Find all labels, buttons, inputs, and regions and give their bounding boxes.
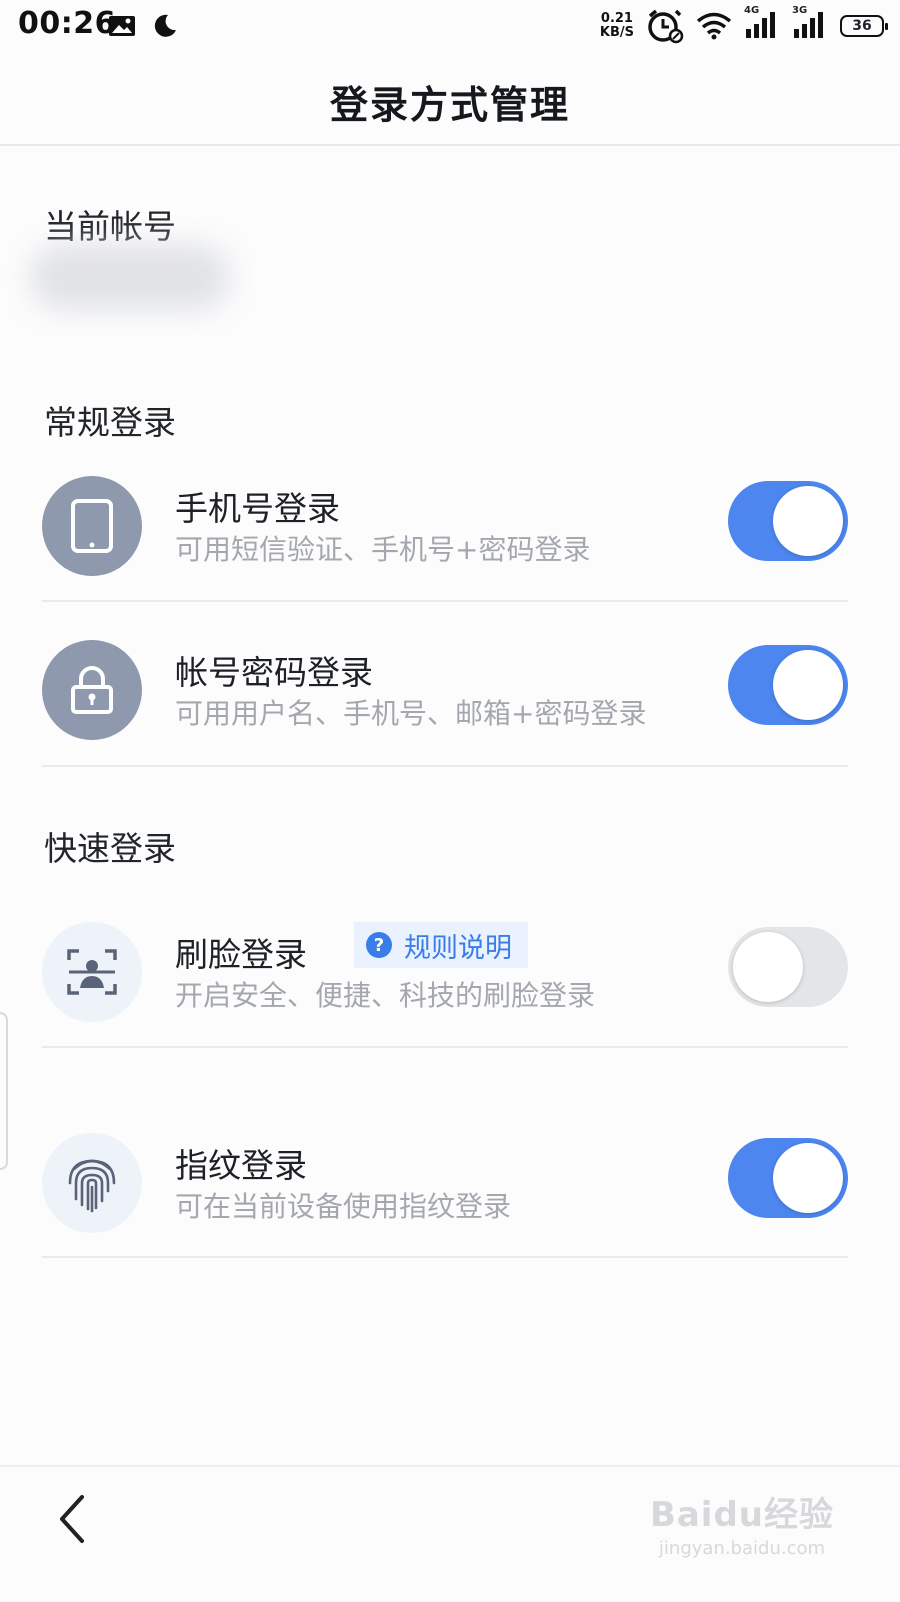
lock-icon (42, 640, 142, 740)
phone-icon (42, 476, 142, 576)
password-login-row: 帐号密码登录 可用用户名、手机号、邮箱+密码登录 (42, 640, 848, 740)
section-regular-login: 常规登录 (44, 403, 176, 442)
face-login-desc: 开启安全、便捷、科技的刷脸登录 (175, 979, 596, 1012)
face-scan-icon (42, 922, 142, 1022)
phone-login-row: 手机号登录 可用短信验证、手机号+密码登录 (42, 476, 848, 576)
face-login-row: 刷脸登录 ? 规则说明 开启安全、便捷、科技的刷脸登录 (42, 922, 848, 1022)
status-time: 00:26 (18, 6, 116, 41)
back-button[interactable] (50, 1489, 100, 1549)
password-login-title: 帐号密码登录 (175, 653, 373, 692)
password-login-toggle[interactable] (728, 645, 848, 725)
divider (42, 1256, 848, 1258)
fingerprint-login-desc: 可在当前设备使用指纹登录 (175, 1190, 512, 1223)
alarm-icon (648, 9, 684, 44)
section-quick-login: 快速登录 (44, 829, 176, 868)
wifi-icon (696, 12, 732, 40)
rules-link[interactable]: ? 规则说明 (354, 922, 528, 968)
toggle-knob (773, 650, 843, 720)
moon-icon (154, 14, 176, 37)
chevron-left-icon (60, 1495, 84, 1543)
current-account-label: 当前帐号 (44, 207, 176, 246)
password-login-desc: 可用用户名、手机号、邮箱+密码登录 (175, 697, 647, 730)
watermark: Baidu经验 jingyan.baidu.com (650, 1487, 834, 1559)
toggle-knob (773, 486, 843, 556)
phone-login-desc: 可用短信验证、手机号+密码登录 (175, 533, 591, 566)
blurred-account-name (30, 244, 230, 310)
divider (42, 1046, 848, 1048)
edge-handle[interactable] (0, 1012, 8, 1170)
toggle-knob (733, 932, 803, 1002)
status-bar: 00:26 0.21 KB/S 4G 3G 36 (0, 0, 900, 52)
fingerprint-login-title: 指纹登录 (175, 1146, 307, 1185)
battery-icon: 36 (840, 15, 888, 37)
page-title: 登录方式管理 (329, 83, 570, 127)
watermark-url: jingyan.baidu.com (658, 1538, 826, 1559)
phone-login-toggle[interactable] (728, 481, 848, 561)
phone-login-title: 手机号登录 (175, 489, 340, 528)
fingerprint-login-row: 指纹登录 可在当前设备使用指纹登录 (42, 1133, 848, 1233)
signal-3g-icon: 3G (792, 5, 828, 43)
net-speed: 0.21 KB/S (599, 11, 634, 40)
fingerprint-login-toggle[interactable] (728, 1138, 848, 1218)
question-icon: ? (366, 932, 392, 958)
divider (42, 765, 848, 767)
header: 登录方式管理 (0, 52, 900, 146)
watermark-logo: Baidu经验 (649, 1495, 834, 1535)
image-notification-icon (109, 16, 135, 36)
face-login-toggle[interactable] (728, 927, 848, 1007)
bottom-bar: Baidu经验 jingyan.baidu.com (0, 1465, 900, 1602)
face-login-title: 刷脸登录 (175, 935, 307, 974)
rules-link-label: 规则说明 (404, 932, 512, 964)
divider (42, 600, 848, 602)
toggle-knob (773, 1143, 843, 1213)
fingerprint-icon (42, 1133, 142, 1233)
signal-4g-icon: 4G (744, 5, 780, 43)
